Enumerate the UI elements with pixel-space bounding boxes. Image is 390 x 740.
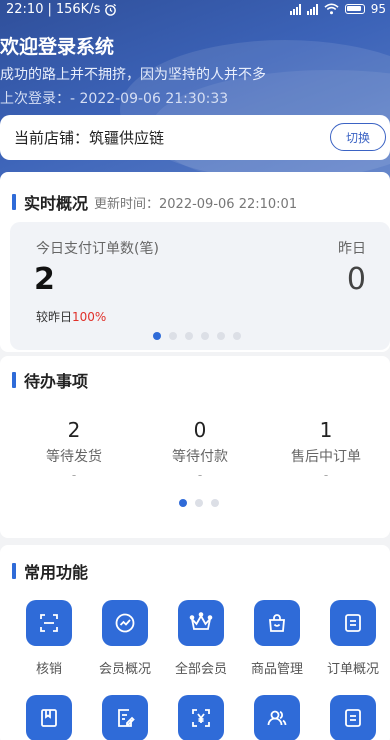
section-marker: [12, 563, 16, 579]
battery-icon: [344, 4, 365, 14]
function-label: 会员概况: [98, 662, 151, 677]
realtime-pagination[interactable]: [153, 332, 241, 340]
section-marker: [12, 372, 16, 388]
signal-icon: [289, 3, 301, 15]
crown-icon: [178, 600, 224, 646]
function-item-10[interactable]: [315, 695, 390, 740]
scan-icon: [26, 600, 72, 646]
switch-store-button[interactable]: 切换: [330, 123, 386, 151]
function-verify[interactable]: 核销: [11, 600, 87, 677]
todo-count: 2: [67, 418, 81, 442]
realtime-section-header: 实时概况 更新时间：2022-09-06 22:10:01: [12, 190, 297, 214]
status-time: 22:10: [6, 2, 44, 17]
last-login-text: 上次登录：- 2022-09-06 21:30:33: [0, 91, 229, 107]
status-speed: 156K/s: [55, 2, 101, 17]
current-store-label: 当前店铺：筑疆供应链: [14, 129, 165, 147]
section-marker: [12, 194, 16, 210]
users-icon: [254, 695, 300, 740]
battery-level: 95: [370, 2, 386, 16]
book-icon: [26, 695, 72, 740]
yen-scan-icon: [178, 695, 224, 740]
todo-label: 售后中订单: [291, 449, 361, 465]
function-order-overview[interactable]: 订单概况: [315, 600, 390, 677]
current-store-bar: 当前店铺：筑疆供应链 切换: [0, 115, 390, 160]
pagination-dot[interactable]: [195, 499, 203, 507]
today-orders-label: 今日支付订单数(笔): [36, 241, 159, 257]
todo-card: 待办事项 2 等待发货 - 0 等待付款 - 1 售后中订单 -: [0, 356, 390, 538]
todo-label: 等待付款: [172, 449, 228, 465]
pagination-dot[interactable]: [201, 332, 209, 340]
function-all-members[interactable]: 全部会员: [163, 600, 239, 677]
function-label: 商品管理: [250, 662, 303, 677]
today-orders-panel[interactable]: 今日支付订单数(笔) 昨日 2 0 较昨日100%: [10, 222, 390, 350]
pagination-dot[interactable]: [217, 332, 225, 340]
compare-value: 100%: [72, 310, 107, 324]
realtime-title: 实时概况: [24, 194, 89, 213]
todo-item-pending-shipment[interactable]: 2 等待发货 -: [9, 418, 139, 482]
slogan-text: 成功的路上并不拥挤，因为坚持的人并不多: [0, 67, 266, 83]
welcome-title: 欢迎登录系统: [0, 36, 115, 58]
today-orders-value: 2: [34, 262, 55, 297]
document-icon: [330, 695, 376, 740]
shopping-bag-icon: [254, 600, 300, 646]
function-member-overview[interactable]: 会员概况: [87, 600, 163, 677]
todo-label: 等待发货: [46, 449, 102, 465]
pagination-dot[interactable]: [211, 499, 219, 507]
todo-item-after-sales[interactable]: 1 售后中订单 -: [261, 418, 390, 482]
pagination-dot[interactable]: [169, 332, 177, 340]
function-item-7[interactable]: [87, 695, 163, 740]
header-banner: 22:10 | 156K/s 95 欢迎登录系统 成功的路上并不拥挤，因为坚持的…: [0, 0, 390, 200]
todo-item-pending-payment[interactable]: 0 等待付款 -: [135, 418, 265, 482]
yesterday-label: 昨日: [338, 241, 366, 257]
functions-title: 常用功能: [24, 563, 89, 582]
pagination-dot[interactable]: [233, 332, 241, 340]
status-separator: |: [47, 2, 52, 17]
wifi-icon: [324, 3, 339, 15]
pagination-dot[interactable]: [179, 499, 187, 507]
todo-title: 待办事项: [24, 372, 89, 391]
function-item-9[interactable]: [239, 695, 315, 740]
todo-pagination[interactable]: [179, 499, 219, 507]
todo-dash: -: [71, 468, 77, 482]
todo-count: 0: [193, 418, 207, 442]
update-time: 更新时间：2022-09-06 22:10:01: [94, 196, 298, 212]
edit-doc-icon: [102, 695, 148, 740]
todo-dash: -: [197, 468, 203, 482]
function-label: 核销: [35, 662, 62, 677]
function-product-management[interactable]: 商品管理: [239, 600, 315, 677]
function-item-8[interactable]: [163, 695, 239, 740]
yesterday-value: 0: [346, 262, 366, 297]
function-label: 订单概况: [326, 662, 379, 677]
signal-icon: [306, 3, 318, 15]
todo-dash: -: [323, 468, 329, 482]
trend-icon: [102, 600, 148, 646]
realtime-overview-card: 实时概况 更新时间：2022-09-06 22:10:01 今日支付订单数(笔)…: [0, 172, 390, 352]
order-list-icon: [330, 600, 376, 646]
todo-count: 1: [319, 418, 333, 442]
functions-section-header: 常用功能: [12, 559, 88, 583]
function-item-6[interactable]: [11, 695, 87, 740]
status-bar: 22:10 | 156K/s 95: [0, 0, 390, 22]
compare-prefix: 较昨日: [36, 310, 73, 324]
compare-text: 较昨日100%: [36, 308, 106, 325]
pagination-dot[interactable]: [153, 332, 161, 340]
todo-section-header: 待办事项: [12, 368, 88, 392]
pagination-dot[interactable]: [185, 332, 193, 340]
common-functions-card: 常用功能 核销 会员概况 全部会员 商品管理 订单概况: [0, 545, 390, 740]
alarm-icon: [105, 3, 117, 16]
function-label: 全部会员: [174, 662, 227, 677]
